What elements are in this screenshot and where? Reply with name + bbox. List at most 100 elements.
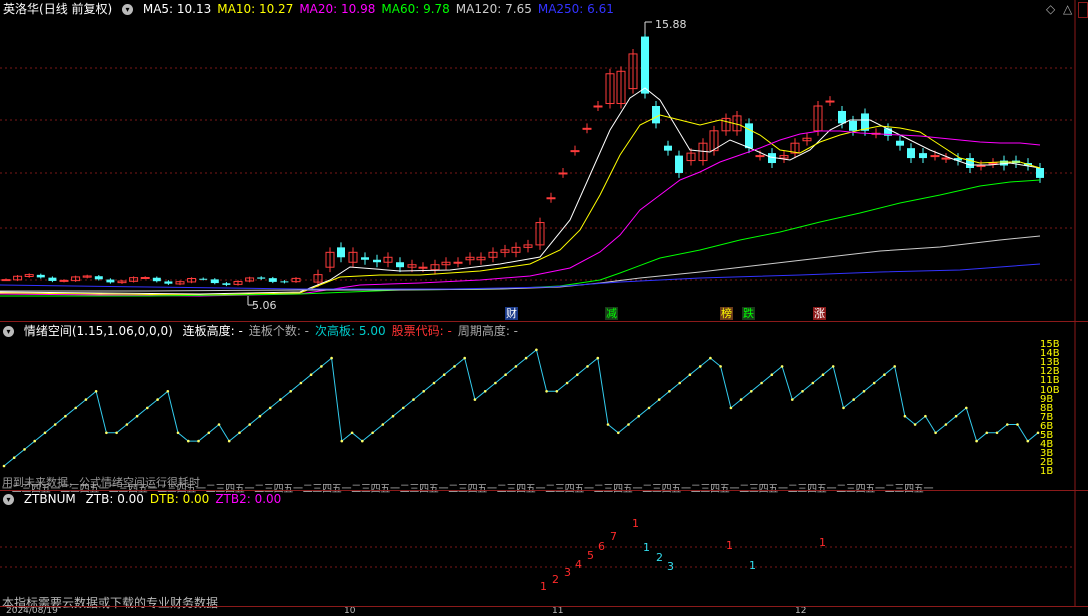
emotion-point bbox=[842, 406, 845, 410]
emotion-point bbox=[463, 356, 467, 360]
emotion-point bbox=[156, 398, 159, 401]
emotion-point bbox=[361, 439, 364, 443]
candle bbox=[453, 257, 463, 268]
candle bbox=[1, 278, 11, 282]
event-marker[interactable]: 财 bbox=[505, 307, 518, 320]
emotion-point bbox=[238, 431, 241, 435]
emotion-point bbox=[289, 390, 293, 393]
emotion-point bbox=[442, 373, 446, 377]
emotion-point bbox=[268, 406, 272, 410]
emotion-point bbox=[309, 373, 313, 377]
emotion-point bbox=[279, 398, 282, 401]
emotion-point bbox=[934, 431, 937, 435]
candle bbox=[907, 143, 915, 164]
candle bbox=[721, 113, 731, 136]
candle bbox=[82, 274, 92, 279]
emotion-value: 次高板: 5.00 bbox=[315, 324, 386, 338]
emotion-point bbox=[494, 381, 497, 385]
candle bbox=[129, 276, 139, 283]
candle bbox=[280, 280, 289, 284]
emotion-value: 周期高度: - bbox=[457, 324, 519, 338]
emotion-point bbox=[217, 423, 221, 426]
emotion-point bbox=[432, 381, 436, 385]
emotion-point bbox=[115, 431, 118, 435]
candle bbox=[790, 138, 800, 159]
ztb-value: ZTB: 0.00 bbox=[85, 492, 144, 506]
emotion-point bbox=[617, 431, 620, 435]
emotion-point bbox=[64, 414, 67, 418]
candle bbox=[535, 217, 545, 250]
low-price-label: 5.06 bbox=[252, 299, 277, 312]
emotion-point bbox=[924, 414, 927, 418]
emotion-point bbox=[33, 439, 36, 443]
emotion-point bbox=[739, 398, 743, 401]
emotion-point bbox=[719, 365, 722, 368]
emotion-point bbox=[576, 373, 579, 377]
candle bbox=[779, 150, 789, 164]
dtb-count: 1 bbox=[749, 559, 756, 572]
candle bbox=[652, 101, 660, 129]
candle bbox=[570, 145, 580, 156]
candle bbox=[500, 244, 510, 258]
emotion-point bbox=[985, 431, 989, 435]
emotion-point bbox=[146, 406, 149, 410]
event-marker[interactable]: 减 bbox=[605, 307, 618, 320]
emotion-value: 连板个数: - bbox=[248, 324, 310, 338]
emotion-point bbox=[197, 439, 200, 443]
candle bbox=[441, 257, 451, 270]
emotion-point bbox=[514, 365, 518, 368]
emotion-point bbox=[12, 456, 16, 460]
candle bbox=[257, 276, 266, 280]
ztb-count: 4 bbox=[575, 558, 582, 571]
emotion-point bbox=[483, 390, 487, 393]
emotion-point bbox=[801, 390, 804, 393]
event-marker[interactable]: 榜 bbox=[720, 307, 733, 320]
event-marker[interactable]: 跌 bbox=[742, 307, 755, 320]
emotion-point bbox=[2, 464, 6, 468]
high-price-label: 15.88 bbox=[655, 18, 687, 31]
ztb-count: 6 bbox=[598, 540, 605, 553]
candle bbox=[396, 257, 404, 273]
emotion-point bbox=[811, 381, 815, 385]
chevron-down-icon[interactable]: ▾ bbox=[3, 494, 14, 505]
emotion-point bbox=[391, 414, 395, 418]
emotion-point bbox=[535, 348, 538, 352]
emotion-point bbox=[831, 365, 835, 368]
panel-separator bbox=[0, 321, 1088, 322]
emotion-point bbox=[954, 414, 958, 418]
emotion-point bbox=[412, 398, 415, 401]
emotion-point bbox=[43, 431, 47, 435]
ma20-line bbox=[0, 130, 1041, 297]
emotion-point bbox=[524, 356, 528, 360]
candle bbox=[291, 277, 301, 283]
ztb-count: 1 bbox=[819, 536, 826, 549]
emotion-point bbox=[1016, 423, 1019, 426]
candle bbox=[675, 150, 683, 178]
ztb-count: 2 bbox=[552, 573, 559, 586]
emotion-point bbox=[678, 381, 681, 385]
candle bbox=[802, 133, 812, 146]
emotion-point bbox=[637, 414, 640, 418]
ztb-indicator-name[interactable]: ZTBNUM bbox=[24, 492, 76, 506]
candle bbox=[966, 153, 974, 173]
candle bbox=[268, 276, 277, 284]
emotion-point bbox=[1036, 431, 1040, 435]
candle bbox=[13, 275, 23, 282]
ma120-line bbox=[0, 235, 1041, 292]
chevron-down-icon[interactable]: ▾ bbox=[3, 326, 14, 337]
candle bbox=[245, 276, 255, 283]
candle bbox=[825, 96, 835, 106]
candle bbox=[605, 68, 615, 109]
ztb-panel-header: ▾ ZTBNUM ZTB: 0.00 DTB: 0.00 ZTB2: 0.00 bbox=[3, 492, 293, 506]
ztb-count: 5 bbox=[587, 549, 594, 562]
emotion-point bbox=[821, 373, 825, 377]
ma10-line bbox=[0, 114, 1041, 296]
emotion-point bbox=[872, 381, 876, 385]
candle bbox=[919, 148, 927, 164]
emotion-point bbox=[883, 373, 886, 377]
emotion-indicator-name[interactable]: 情绪空间(1.15,1.06,0,0,0) bbox=[24, 324, 173, 338]
candle bbox=[140, 276, 150, 280]
emotion-point bbox=[53, 423, 57, 426]
event-marker[interactable]: 涨 bbox=[813, 307, 826, 320]
emotion-point bbox=[596, 356, 600, 360]
